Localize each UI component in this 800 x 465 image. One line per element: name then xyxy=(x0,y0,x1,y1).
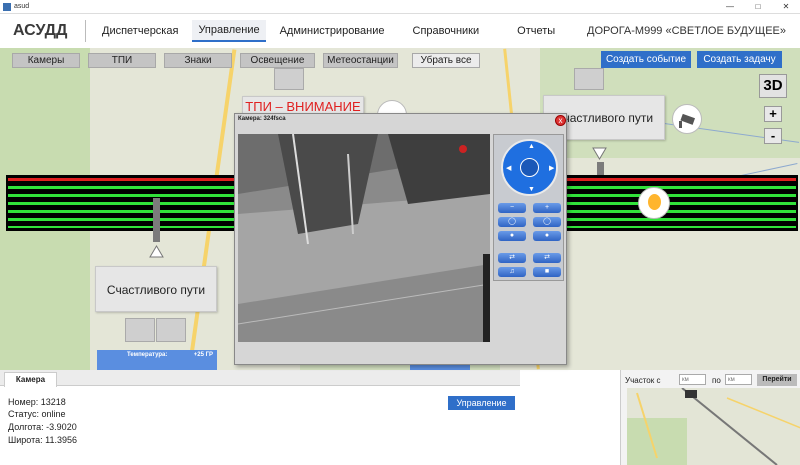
map-marker-block[interactable] xyxy=(274,68,304,90)
arrow-left-icon[interactable]: ◀ xyxy=(506,164,511,172)
3d-toggle-button[interactable]: 3D xyxy=(759,74,787,98)
nav-tab-management[interactable]: Управление xyxy=(192,20,266,42)
map-marker-block[interactable] xyxy=(574,68,604,90)
map-marker-block[interactable] xyxy=(156,318,186,342)
camera-latitude: Широта: 11.3956 xyxy=(8,435,77,445)
camera-dialog: Камера: 324fsca x ▲ ▼ ◀ ▶ − + ◯ ◯ ● ● ⇄ … xyxy=(234,113,567,365)
arrow-up-icon[interactable]: ▲ xyxy=(528,143,535,150)
layer-weather-button[interactable]: Метеостанции xyxy=(323,53,398,68)
clear-layers-button[interactable]: Убрать все xyxy=(412,53,480,68)
close-icon[interactable]: x xyxy=(555,115,566,126)
zoom-out-icon[interactable]: − xyxy=(498,203,526,213)
ptz-joystick[interactable]: ▲ ▼ ◀ ▶ xyxy=(501,139,558,196)
camera-number: Номер: 13218 xyxy=(8,397,66,407)
direction-marker-icon[interactable] xyxy=(149,245,164,258)
zoom-out-button[interactable]: - xyxy=(764,128,782,144)
layer-cameras-button[interactable]: Камеры xyxy=(12,53,80,68)
section-to-input[interactable] xyxy=(725,374,752,385)
focus-near-icon[interactable]: ◯ xyxy=(498,217,526,227)
audio-icon[interactable]: ♫ xyxy=(498,267,526,277)
layer-tpi-button[interactable]: ТПИ xyxy=(88,53,156,68)
arrow-right-icon[interactable]: ▶ xyxy=(549,164,554,172)
tpi-sign-text: ТПИ – ВНИМАНИЕ xyxy=(245,99,361,114)
preset-prev-icon[interactable]: ⇄ xyxy=(498,253,526,263)
camera-dialog-title: Камера: 324fsca xyxy=(238,116,286,122)
layer-signs-button[interactable]: Знаки xyxy=(164,53,232,68)
iris-open-icon[interactable]: ● xyxy=(533,231,561,241)
arrow-down-icon[interactable]: ▼ xyxy=(528,186,535,193)
lamp-marker-icon[interactable] xyxy=(638,187,670,219)
window-title: asud xyxy=(14,3,30,10)
sign-left-text: Счастливого пути xyxy=(106,283,206,297)
minimap[interactable] xyxy=(627,388,800,465)
section-from-label: Участок с xyxy=(625,376,661,385)
top-nav: АСУДД Диспетчерская Управление Администр… xyxy=(0,14,800,48)
go-button[interactable]: Перейти xyxy=(757,374,797,386)
ptz-home-icon[interactable] xyxy=(520,158,539,177)
close-window-icon[interactable]: ✕ xyxy=(772,2,800,11)
layer-lighting-button[interactable]: Освещение xyxy=(240,53,315,68)
video-frame xyxy=(238,134,490,342)
minimize-icon[interactable]: — xyxy=(716,2,744,11)
nav-tab-admin[interactable]: Администрирование xyxy=(274,21,391,41)
record-icon[interactable]: ■ xyxy=(533,267,561,277)
nav-tab-reports[interactable]: Отчеты xyxy=(511,21,561,41)
camera-marker-icon[interactable] xyxy=(672,104,702,134)
brand-logo: АСУДД xyxy=(13,22,68,39)
weather-temp-value: +25 ГР xyxy=(193,352,213,358)
camera-longitude: Долгота: -3.9020 xyxy=(8,422,77,432)
window-titlebar: asud — □ ✕ xyxy=(0,0,800,14)
manage-camera-button[interactable]: Управление xyxy=(448,396,515,410)
minimap-drawing xyxy=(627,388,800,465)
camera-status: Статус: online xyxy=(8,409,66,419)
camera-video-feed[interactable] xyxy=(238,134,490,342)
direction-marker-icon[interactable] xyxy=(592,147,607,160)
focus-far-icon[interactable]: ◯ xyxy=(533,217,561,227)
nav-tab-references[interactable]: Справочники xyxy=(407,21,486,41)
weather-widget[interactable]: Температура: +25 ГР xyxy=(97,350,217,370)
sign-left[interactable]: Счастливого пути xyxy=(95,266,217,312)
zoom-in-icon[interactable]: + xyxy=(533,203,561,213)
brand-divider xyxy=(85,20,86,42)
section-from-input[interactable] xyxy=(679,374,706,385)
ptz-control-panel: ▲ ▼ ◀ ▶ − + ◯ ◯ ● ● ⇄ ⇄ ♫ ■ xyxy=(493,134,564,281)
zoom-in-button[interactable]: + xyxy=(764,106,782,122)
create-event-button[interactable]: Создать событие xyxy=(601,51,691,68)
nav-tab-dispatch[interactable]: Диспетчерская xyxy=(96,21,184,41)
camera-icon xyxy=(679,113,696,128)
app-icon xyxy=(3,2,11,11)
bottom-tab-bar xyxy=(0,370,520,386)
section-to-label: по xyxy=(712,376,721,385)
layer-toolbar: Камеры ТПИ Знаки Освещение Метеостанции … xyxy=(12,53,488,68)
road-name: ДОРОГА-М999 «СВЕТЛОЕ БУДУЩЕЕ» xyxy=(587,25,786,37)
section-search: Участок с по Перейти xyxy=(620,370,800,465)
preset-next-icon[interactable]: ⇄ xyxy=(533,253,561,263)
signal-pole xyxy=(153,198,160,242)
bottom-panel: Камера Номер: 13218 Статус: online Долго… xyxy=(0,370,800,465)
maximize-icon[interactable]: □ xyxy=(744,2,772,11)
iris-close-icon[interactable]: ● xyxy=(498,231,526,241)
sign-right-text: Счастливого пути xyxy=(554,111,654,125)
create-task-button[interactable]: Создать задачу xyxy=(697,51,782,68)
tab-camera[interactable]: Камера xyxy=(4,372,57,387)
weather-temp-label: Температура: xyxy=(127,352,168,358)
map-marker-block[interactable] xyxy=(125,318,155,342)
